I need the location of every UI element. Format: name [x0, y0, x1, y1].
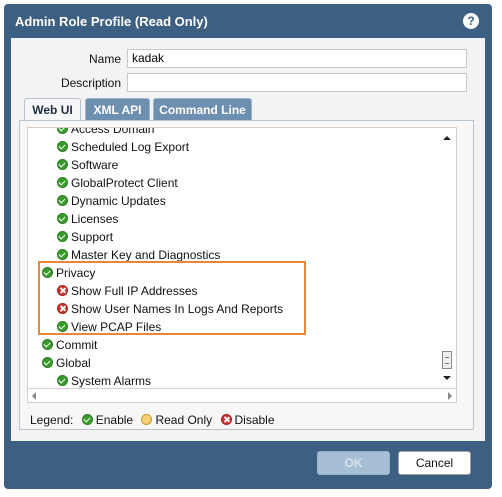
- tree-item-global[interactable]: Global: [42, 354, 91, 372]
- tree-item-label: Master Key and Diagnostics: [71, 248, 221, 262]
- tree-item-label: Global: [56, 356, 91, 370]
- enable-icon[interactable]: [57, 177, 68, 188]
- tree-item-label: GlobalProtect Client: [71, 176, 178, 190]
- enable-icon[interactable]: [57, 375, 68, 386]
- permission-tree[interactable]: Access Domain Scheduled Log Export Softw…: [27, 127, 457, 389]
- cancel-button[interactable]: Cancel: [398, 451, 471, 475]
- enable-icon[interactable]: [57, 213, 68, 224]
- tree-item-scheduled-log-export[interactable]: Scheduled Log Export: [57, 138, 189, 156]
- tree-item-label: Licenses: [71, 212, 119, 226]
- tree-item-label: Commit: [56, 338, 98, 352]
- scroll-down-arrow-icon[interactable]: [443, 376, 451, 380]
- tree-item-dynamic-updates[interactable]: Dynamic Updates: [57, 192, 166, 210]
- tree-item-commit[interactable]: Commit: [42, 336, 97, 354]
- legend: Legend: Enable Read Only Disable: [30, 413, 275, 427]
- tree-item-system-alarms[interactable]: System Alarms: [57, 372, 152, 388]
- legend-enable: Enable: [95, 413, 134, 427]
- enable-icon[interactable]: [57, 159, 68, 170]
- tree-item-licenses[interactable]: Licenses: [57, 210, 118, 228]
- tree-item-label: Software: [71, 158, 119, 172]
- scroll-up-arrow-icon[interactable]: [443, 136, 451, 140]
- enable-icon[interactable]: [42, 357, 53, 368]
- enable-icon[interactable]: [57, 128, 68, 134]
- web-ui-panel: Access Domain Scheduled Log Export Softw…: [19, 120, 474, 430]
- enable-icon[interactable]: [57, 195, 68, 206]
- description-label: Description: [60, 76, 121, 90]
- scroll-thumb[interactable]: [442, 351, 452, 369]
- disable-icon: [220, 414, 232, 425]
- tab-command-line[interactable]: Command Line: [153, 98, 252, 122]
- description-field[interactable]: [127, 73, 467, 92]
- ok-button[interactable]: OK: [317, 451, 390, 475]
- tree-item-label: System Alarms: [71, 374, 152, 388]
- scroll-left-arrow-icon[interactable]: [32, 392, 36, 400]
- tree-item-label: Scheduled Log Export: [71, 140, 190, 154]
- admin-role-profile-dialog: Admin Role Profile (Read Only) ? Name ka…: [4, 4, 492, 489]
- dialog-body: Name kadak Description Web UI XML API Co…: [11, 38, 485, 441]
- tree-item-label: Support: [71, 230, 114, 244]
- enable-icon: [81, 414, 93, 425]
- enable-icon[interactable]: [57, 141, 68, 152]
- enable-icon[interactable]: [57, 231, 68, 242]
- tree-item-label: Access Domain: [71, 127, 155, 136]
- legend-label: Legend:: [30, 413, 74, 427]
- legend-read-only: Read Only: [155, 413, 213, 427]
- name-field[interactable]: kadak: [127, 49, 467, 68]
- tree-item-globalprotect-client[interactable]: GlobalProtect Client: [57, 174, 178, 192]
- read-only-icon: [141, 414, 153, 425]
- vertical-scrollbar[interactable]: [439, 128, 456, 388]
- enable-icon[interactable]: [42, 339, 53, 350]
- tree-item-support[interactable]: Support: [57, 228, 113, 246]
- tab-xml-api[interactable]: XML API: [85, 98, 150, 122]
- tree-item-label: Dynamic Updates: [71, 194, 166, 208]
- privacy-highlight-box: [38, 261, 306, 335]
- name-label: Name: [88, 52, 121, 66]
- horizontal-scrollbar[interactable]: [27, 389, 457, 403]
- legend-disable: Disable: [234, 413, 275, 427]
- tree-item-access-domain[interactable]: Access Domain: [57, 127, 155, 138]
- enable-icon[interactable]: [57, 249, 68, 260]
- dialog-titlebar[interactable]: Admin Role Profile (Read Only) ?: [4, 4, 492, 40]
- tree-item-software[interactable]: Software: [57, 156, 118, 174]
- help-icon[interactable]: ?: [463, 13, 479, 29]
- dialog-title: Admin Role Profile (Read Only): [15, 14, 208, 29]
- tab-web-ui[interactable]: Web UI: [24, 98, 81, 122]
- scroll-right-arrow-icon[interactable]: [448, 392, 452, 400]
